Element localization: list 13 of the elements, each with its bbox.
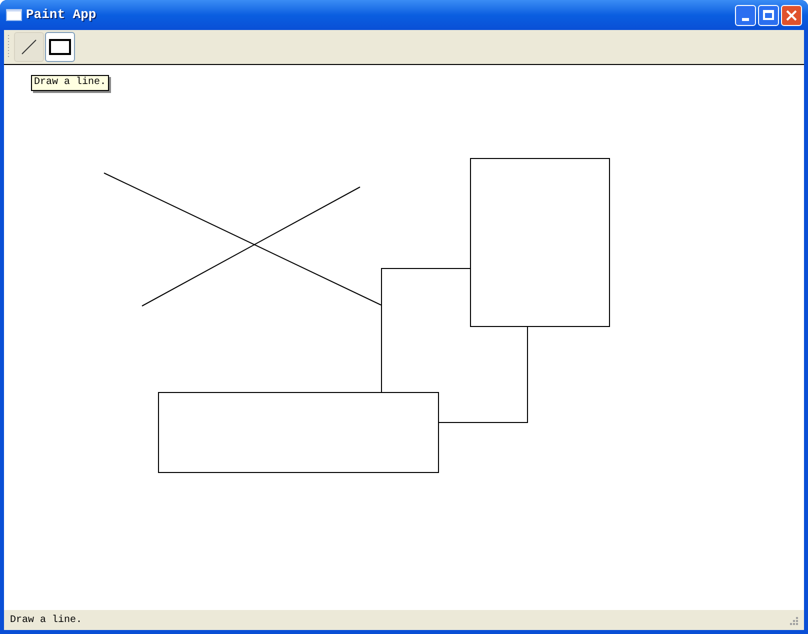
rectangle-tool-icon [49, 39, 71, 55]
status-text: Draw a line. [10, 614, 82, 628]
rectangle-tool-button[interactable] [45, 32, 75, 62]
resize-grip-icon [788, 615, 798, 625]
window-title: Paint App [26, 6, 96, 24]
maximize-button[interactable] [758, 4, 779, 26]
minimize-button[interactable] [735, 4, 756, 26]
tooltip: Draw a line. [31, 75, 110, 91]
close-button[interactable] [781, 4, 802, 26]
window-icon [6, 9, 22, 21]
line-tool-button[interactable] [14, 32, 44, 62]
close-icon [786, 10, 797, 20]
line-tool-icon [20, 38, 38, 56]
